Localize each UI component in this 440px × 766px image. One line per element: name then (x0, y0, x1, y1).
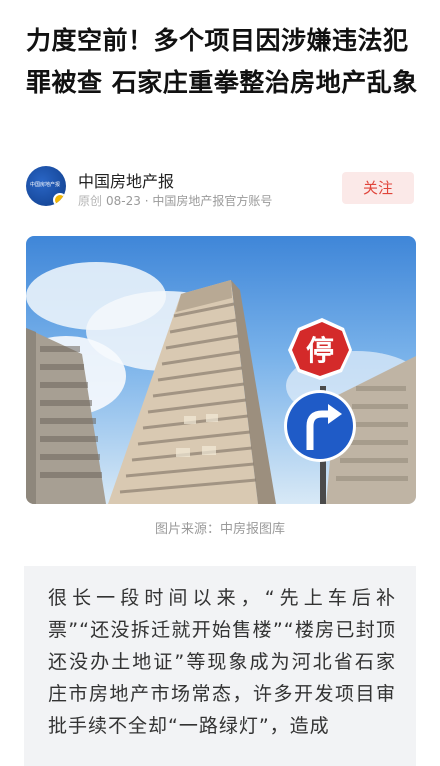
article-title: 力度空前！多个项目因涉嫌违法犯罪被查 石家庄重拳整治房地产乱象 (26, 26, 418, 97)
publish-info: 08-23 · 中国房地产报官方账号 (106, 194, 273, 208)
author-bar: 中国房地产报 中国房地产报 原创 08-23 · 中国房地产报官方账号 关注 (26, 166, 418, 210)
verified-badge-icon (53, 193, 66, 206)
turn-right-sign-icon (284, 390, 356, 462)
stop-sign-icon: 停 (288, 318, 352, 380)
avatar-logo-text: 中国房地产报 (30, 182, 61, 188)
svg-text:停: 停 (306, 334, 334, 367)
original-tag: 原创 (78, 194, 103, 208)
author-avatar[interactable]: 中国房地产报 (26, 166, 66, 206)
image-caption: 图片来源：中房报图库 (154, 522, 285, 537)
follow-button[interactable]: 关注 (342, 172, 414, 204)
building-photo: 停 (26, 262, 416, 504)
author-name[interactable]: 中国房地产报 (78, 168, 174, 192)
lead-paragraph-block: 很长一段时间以来，“先上车后补票”“还没拆迁就开始售楼”“楼房已封顶还没办土地证… (24, 566, 416, 766)
article-image[interactable]: 停 (26, 236, 416, 504)
lead-paragraph: 很长一段时间以来，“先上车后补票”“还没拆迁就开始售楼”“楼房已封顶还没办土地证… (48, 587, 396, 737)
author-meta: 原创 08-23 · 中国房地产报官方账号 (78, 192, 272, 209)
